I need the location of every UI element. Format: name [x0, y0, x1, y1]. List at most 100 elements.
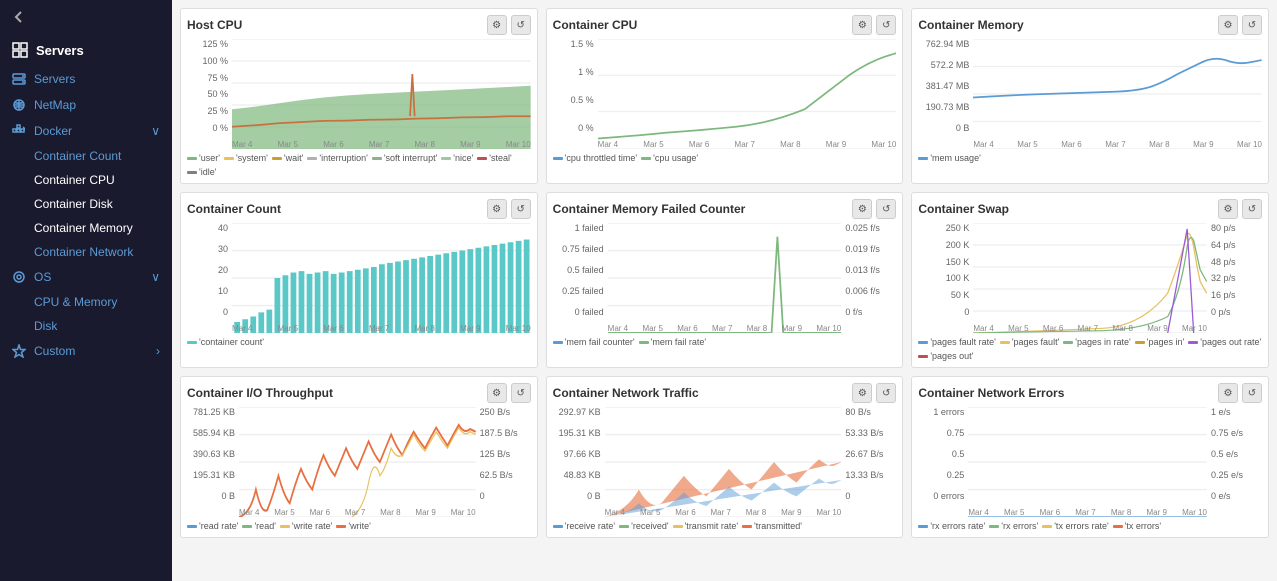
- sidebar-item-container-network[interactable]: Container Network: [0, 240, 172, 264]
- chart-title-host-cpu: Host CPU: [187, 18, 242, 32]
- chart-container-memory: Container Memory ⚙ ↺ 762.94 MB572.2 MB38…: [911, 8, 1269, 184]
- chart-icons-host-cpu: ⚙ ↺: [487, 15, 531, 35]
- chart-icons-container-cpu: ⚙ ↺: [852, 15, 896, 35]
- chart-body-container-memory: Mar 4Mar 5Mar 6Mar 7Mar 8Mar 9Mar 10: [973, 39, 1262, 149]
- chart-icons-memory-failed: ⚙ ↺: [852, 199, 896, 219]
- legend-container-count: 'container count': [187, 337, 531, 347]
- x-axis-container-io: Mar 4Mar 5Mar 6Mar 7Mar 8Mar 9Mar 10: [239, 503, 476, 517]
- chart-container-io: Container I/O Throughput ⚙ ↺ 781.25 KB58…: [180, 376, 538, 538]
- legend-container-io: 'read rate' 'read' 'write rate' 'write': [187, 521, 531, 531]
- y-axis-memory-failed: 1 failed0.75 failed0.5 failed0.25 failed…: [553, 223, 608, 333]
- x-axis-network-errors: Mar 4Mar 5Mar 6Mar 7Mar 8Mar 9Mar 10: [968, 503, 1207, 517]
- sidebar-item-container-memory[interactable]: Container Memory: [0, 216, 172, 240]
- legend-network-errors: 'rx errors rate' 'rx errors' 'tx errors …: [918, 521, 1262, 531]
- container-network-label: Container Network: [34, 245, 133, 259]
- x-axis-container-count: Mar 4Mar 5Mar 6Mar 7Mar 8Mar 9Mar 10: [232, 319, 531, 333]
- chart-refresh-network-traffic[interactable]: ↺: [876, 383, 896, 403]
- chart-memory-failed: Container Memory Failed Counter ⚙ ↺ 1 fa…: [546, 192, 904, 368]
- chart-area-container-swap: 250 K200 K150 K100 K50 K0: [918, 223, 1262, 333]
- sidebar-item-docker[interactable]: Docker ∨: [0, 118, 172, 144]
- chart-area-container-count: 403020100: [187, 223, 531, 333]
- chart-icons-container-memory: ⚙ ↺: [1218, 15, 1262, 35]
- chart-body-memory-failed: Mar 4Mar 5Mar 6Mar 7Mar 8Mar 9Mar 10: [608, 223, 842, 333]
- container-memory-label: Container Memory: [34, 221, 133, 235]
- chart-host-cpu: Host CPU ⚙ ↺ 125 %100 %75 %50 %25 %0 %: [180, 8, 538, 184]
- sidebar-item-os[interactable]: OS ∨: [0, 264, 172, 290]
- sidebar-item-container-disk[interactable]: Container Disk: [0, 192, 172, 216]
- chart-area-container-memory: 762.94 MB572.2 MB381.47 MB190.73 MB0 B M…: [918, 39, 1262, 149]
- chart-refresh-container-count[interactable]: ↺: [511, 199, 531, 219]
- x-axis-network-traffic: Mar 4Mar 5Mar 6Mar 7Mar 8Mar 9Mar 10: [605, 503, 842, 517]
- chart-container-cpu: Container CPU ⚙ ↺ 1.5 %1 %0.5 %0 %: [546, 8, 904, 184]
- chart-body-network-traffic: Mar 4Mar 5Mar 6Mar 7Mar 8Mar 9Mar 10: [605, 407, 842, 517]
- back-button[interactable]: [0, 0, 172, 34]
- servers-label: Servers: [34, 72, 75, 86]
- chart-area-container-io: 781.25 KB585.94 KB390.63 KB195.31 KB0 B: [187, 407, 531, 517]
- y-axis-right-io: 250 B/s187.5 B/s125 B/s62.5 B/s0: [476, 407, 531, 517]
- chart-gear-container-swap[interactable]: ⚙: [1218, 199, 1238, 219]
- chart-gear-network-errors[interactable]: ⚙: [1218, 383, 1238, 403]
- chart-container-count: Container Count ⚙ ↺ 403020100: [180, 192, 538, 368]
- sidebar-overview[interactable]: Servers: [0, 34, 172, 66]
- legend-container-cpu: 'cpu throttled time' 'cpu usage': [553, 153, 897, 163]
- os-label: OS: [34, 270, 51, 284]
- sidebar-item-container-cpu[interactable]: Container CPU: [0, 168, 172, 192]
- container-disk-label: Container Disk: [34, 197, 113, 211]
- docker-label: Docker: [34, 124, 72, 138]
- y-axis-container-cpu: 1.5 %1 %0.5 %0 %: [553, 39, 598, 149]
- sidebar-item-disk[interactable]: Disk: [0, 314, 172, 338]
- chart-icons-container-io: ⚙ ↺: [487, 383, 531, 403]
- chart-network-traffic: Container Network Traffic ⚙ ↺ 292.97 KB1…: [546, 376, 904, 538]
- chart-gear-container-memory[interactable]: ⚙: [1218, 15, 1238, 35]
- main-content: Host CPU ⚙ ↺ 125 %100 %75 %50 %25 %0 %: [172, 0, 1277, 581]
- y-axis-right-memory-failed: 0.025 f/s0.019 f/s0.013 f/s0.006 f/s0 f/…: [841, 223, 896, 333]
- overview-label: Servers: [36, 43, 84, 58]
- legend-network-traffic: 'receive rate' 'received' 'transmit rate…: [553, 521, 897, 531]
- chart-body-host-cpu: Mar 4Mar 5Mar 6Mar 7Mar 8Mar 9Mar 10: [232, 39, 531, 149]
- chart-icons-container-count: ⚙ ↺: [487, 199, 531, 219]
- chart-gear-memory-failed[interactable]: ⚙: [852, 199, 872, 219]
- chart-container-swap: Container Swap ⚙ ↺ 250 K200 K150 K100 K5…: [911, 192, 1269, 368]
- chart-body-container-io: Mar 4Mar 5Mar 6Mar 7Mar 8Mar 9Mar 10: [239, 407, 476, 517]
- legend-memory-failed: 'mem fail counter' 'mem fail rate': [553, 337, 897, 347]
- chart-icons-network-traffic: ⚙ ↺: [852, 383, 896, 403]
- y-axis-host-cpu: 125 %100 %75 %50 %25 %0 %: [187, 39, 232, 149]
- chart-gear-host-cpu[interactable]: ⚙: [487, 15, 507, 35]
- sidebar-item-cpu-memory[interactable]: CPU & Memory: [0, 290, 172, 314]
- sidebar-item-container-count[interactable]: Container Count: [0, 144, 172, 168]
- y-axis-network-traffic: 292.97 KB195.31 KB97.66 KB48.83 KB0 B: [553, 407, 605, 517]
- chart-title-network-traffic: Container Network Traffic: [553, 386, 699, 400]
- y-axis-container-io: 781.25 KB585.94 KB390.63 KB195.31 KB0 B: [187, 407, 239, 517]
- docker-chevron: ∨: [151, 124, 160, 138]
- sidebar-item-custom[interactable]: Custom ›: [0, 338, 172, 364]
- chart-gear-container-io[interactable]: ⚙: [487, 383, 507, 403]
- sidebar-item-netmap[interactable]: NetMap: [0, 92, 172, 118]
- legend-container-memory: 'mem usage': [918, 153, 1262, 163]
- chart-refresh-container-io[interactable]: ↺: [511, 383, 531, 403]
- chart-refresh-host-cpu[interactable]: ↺: [511, 15, 531, 35]
- sidebar-item-servers[interactable]: Servers: [0, 66, 172, 92]
- chart-refresh-memory-failed[interactable]: ↺: [876, 199, 896, 219]
- chart-gear-network-traffic[interactable]: ⚙: [852, 383, 872, 403]
- netmap-label: NetMap: [34, 98, 76, 112]
- chart-refresh-container-memory[interactable]: ↺: [1242, 15, 1262, 35]
- chart-area-host-cpu: 125 %100 %75 %50 %25 %0 %: [187, 39, 531, 149]
- chart-body-container-count: Mar 4Mar 5Mar 6Mar 7Mar 8Mar 9Mar 10: [232, 223, 531, 333]
- sidebar: Servers Servers NetMap Docker ∨ Containe…: [0, 0, 172, 581]
- chart-title-container-swap: Container Swap: [918, 202, 1009, 216]
- x-axis-container-memory: Mar 4Mar 5Mar 6Mar 7Mar 8Mar 9Mar 10: [973, 135, 1262, 149]
- chart-gear-container-count[interactable]: ⚙: [487, 199, 507, 219]
- x-axis-host-cpu: Mar 4Mar 5Mar 6Mar 7Mar 8Mar 9Mar 10: [232, 135, 531, 149]
- container-cpu-label: Container CPU: [34, 173, 115, 187]
- chart-network-errors: Container Network Errors ⚙ ↺ 1 errors0.7…: [911, 376, 1269, 538]
- chart-icons-container-swap: ⚙ ↺: [1218, 199, 1262, 219]
- x-axis-container-cpu: Mar 4Mar 5Mar 6Mar 7Mar 8Mar 9Mar 10: [598, 135, 897, 149]
- container-count-label: Container Count: [34, 149, 121, 163]
- chart-refresh-network-errors[interactable]: ↺: [1242, 383, 1262, 403]
- disk-label: Disk: [34, 319, 57, 333]
- chart-refresh-container-cpu[interactable]: ↺: [876, 15, 896, 35]
- legend-container-swap: 'pages fault rate' 'pages fault' 'pages …: [918, 337, 1262, 361]
- chart-refresh-container-swap[interactable]: ↺: [1242, 199, 1262, 219]
- chart-gear-container-cpu[interactable]: ⚙: [852, 15, 872, 35]
- chart-area-memory-failed: 1 failed0.75 failed0.5 failed0.25 failed…: [553, 223, 897, 333]
